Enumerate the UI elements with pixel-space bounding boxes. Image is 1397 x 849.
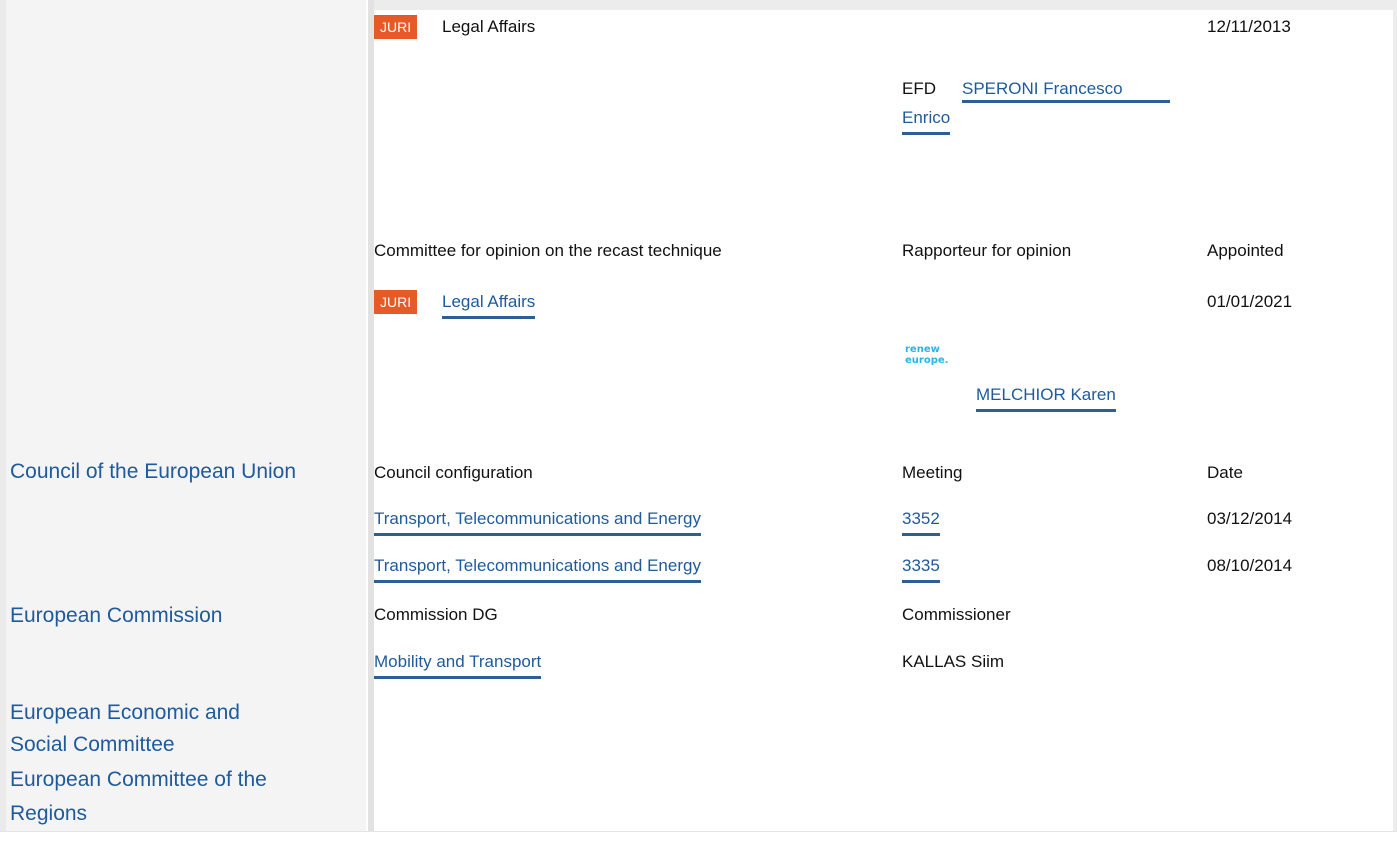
column-separator <box>368 0 374 831</box>
institution-cor-line2[interactable]: Regions <box>10 800 87 828</box>
rapporteur-link-underline <box>962 100 1170 103</box>
header-appointed: Appointed <box>1207 241 1284 260</box>
committee-badge-juri: JURI <box>374 290 418 314</box>
council-configuration-link[interactable]: Transport, Telecommunications and Energy <box>374 507 701 536</box>
committee-name: Legal Affairs <box>442 17 536 36</box>
institution-eesc-line1[interactable]: European Economic and <box>10 699 240 727</box>
commissioner-name: KALLAS Siim <box>902 652 1005 671</box>
header-date: Date <box>1207 463 1243 482</box>
committee-badge-juri: JURI <box>374 15 418 39</box>
meeting-link[interactable]: 3335 <box>902 554 940 583</box>
right-border <box>1393 0 1397 831</box>
left-border <box>0 0 6 848</box>
header-opinion-committee: Committee for opinion on the recast tech… <box>374 241 722 260</box>
rapporteur-link-line1[interactable]: SPERONI Francesco <box>962 77 1123 101</box>
header-commissioner: Commissioner <box>902 605 1011 624</box>
meeting-date: 08/10/2014 <box>1207 556 1293 575</box>
meeting-link[interactable]: 3352 <box>902 507 940 536</box>
header-meeting: Meeting <box>902 463 963 482</box>
bottom-border <box>0 831 1397 849</box>
rapporteur-link-line2[interactable]: Enrico <box>902 106 951 135</box>
appointed-date: 12/11/2013 <box>1207 17 1291 36</box>
political-group: EFD <box>902 79 936 98</box>
rapporteur-link-melchior[interactable]: MELCHIOR Karen <box>976 383 1116 412</box>
commission-dg-link[interactable]: Mobility and Transport <box>374 650 542 679</box>
header-commission-dg: Commission DG <box>374 605 498 624</box>
council-configuration-link[interactable]: Transport, Telecommunications and Energy <box>374 554 701 583</box>
institution-commission[interactable]: European Commission <box>10 602 222 630</box>
institution-eesc-line2[interactable]: Social Committee <box>10 731 175 759</box>
header-opinion-rapporteur: Rapporteur for opinion <box>902 241 1072 260</box>
header-council-configuration: Council configuration <box>374 463 533 482</box>
renew-europe-logo: renew europe. <box>904 342 948 394</box>
committee-link-legal-affairs[interactable]: Legal Affairs <box>442 290 536 319</box>
meeting-date: 03/12/2014 <box>1207 509 1293 528</box>
institution-council[interactable]: Council of the European Union <box>10 458 296 486</box>
top-border <box>374 0 1397 10</box>
institution-cor-line1[interactable]: European Committee of the <box>10 766 267 794</box>
appointed-date: 01/01/2021 <box>1207 292 1293 311</box>
